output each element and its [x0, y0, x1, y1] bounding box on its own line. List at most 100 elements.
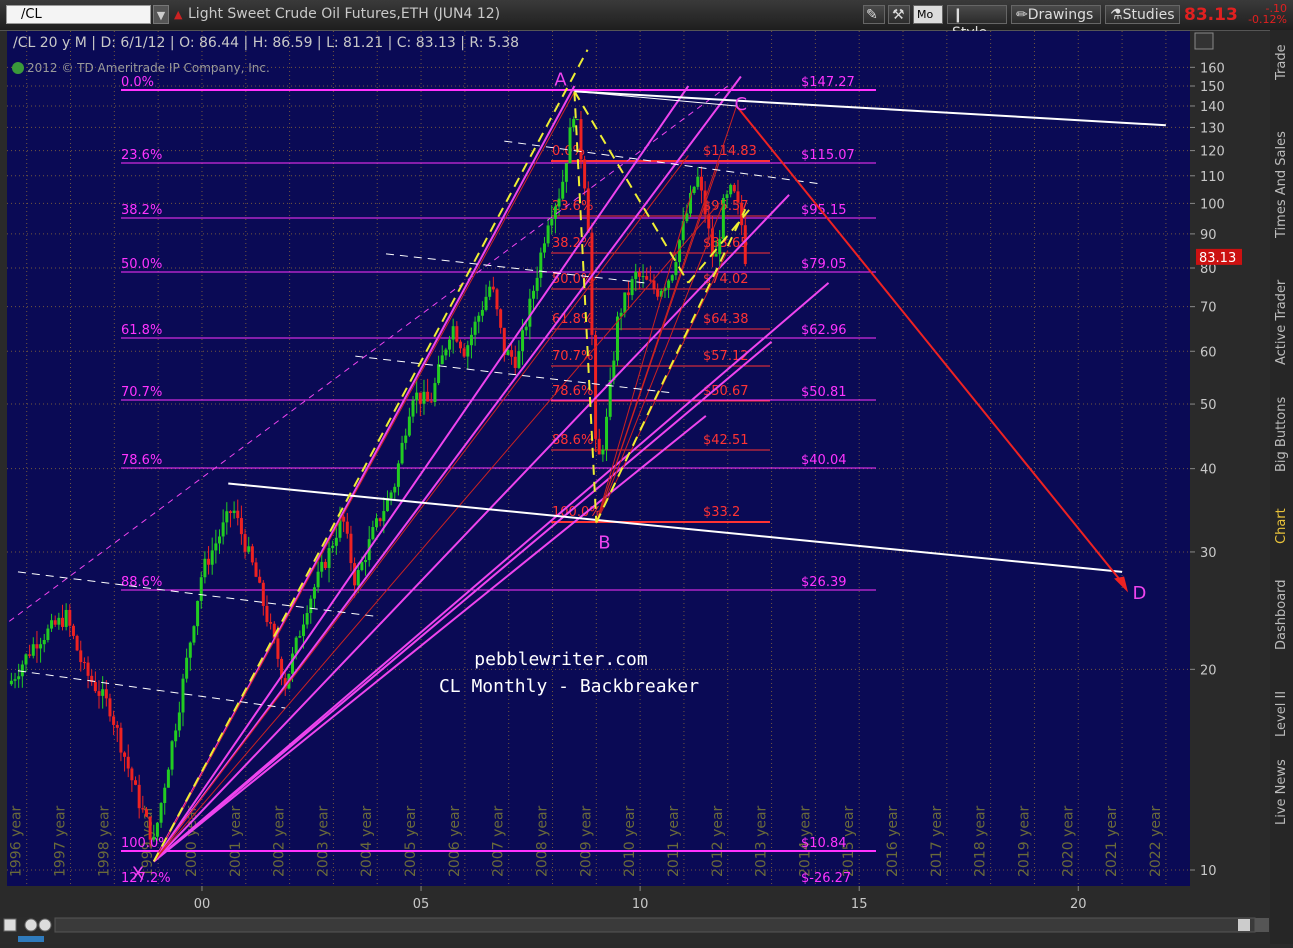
candle-body	[174, 730, 178, 742]
drawings-button[interactable]: ✏Drawings	[1011, 5, 1101, 24]
symbol-input[interactable]: /CL	[6, 5, 151, 24]
candle-body	[656, 288, 660, 297]
sidebar-tab-label: Chart	[1274, 508, 1289, 544]
year-label: 1997 year	[53, 805, 69, 877]
price-tick-label: 130	[1200, 121, 1225, 136]
candle-body	[331, 545, 335, 549]
price-tick-label: 70	[1200, 301, 1217, 316]
fib-minor-price: $50.67	[703, 384, 749, 399]
zoom-out-icon[interactable]	[38, 918, 52, 932]
candle-body	[542, 243, 546, 253]
fib-major-price: $-26.27	[801, 871, 851, 886]
candle-body	[670, 275, 674, 281]
studies-button[interactable]: ⚗Studies	[1105, 5, 1180, 24]
candle-body	[477, 315, 481, 322]
candle-body	[291, 653, 295, 674]
fib-minor-price: $42.51	[703, 433, 749, 448]
symbol-dropdown-button[interactable]: ▼	[153, 5, 169, 24]
price-change: -.10 -0.12%	[1243, 3, 1287, 25]
year-label: 2005 year	[403, 805, 419, 877]
candle-body	[28, 654, 32, 656]
plot-background	[7, 31, 1190, 886]
fib-major-price: $115.07	[801, 148, 855, 163]
fib-major-pct: 0.0%	[121, 75, 154, 90]
candle-body	[68, 609, 72, 626]
year-label: 2012 year	[710, 805, 726, 877]
candle-body	[546, 225, 550, 244]
candle-body	[309, 598, 313, 614]
sidebar-tab-label: Level II	[1274, 690, 1289, 737]
candle-body	[31, 644, 35, 656]
pin-icon[interactable]: ✎	[863, 5, 885, 24]
candle-body	[207, 558, 211, 565]
price-tick-label: 60	[1200, 345, 1217, 360]
bottom-bar	[0, 917, 1270, 944]
scrollbar-thumb[interactable]	[1238, 919, 1250, 931]
chart-area[interactable]: 1996 year 1997 year 1998 year 1999 year 2000…	[3, 31, 1270, 917]
candle-body	[572, 119, 576, 128]
candle-body	[510, 350, 514, 357]
year-label: 2007 year	[491, 805, 507, 877]
candle-body	[692, 186, 696, 193]
style-button[interactable]: ❙ Style	[947, 5, 1007, 41]
zoom-in-icon[interactable]	[24, 918, 38, 932]
fib-major-price: $147.27	[801, 75, 855, 90]
candle-body	[108, 698, 112, 717]
info-icon[interactable]	[12, 62, 24, 74]
candle-body	[243, 534, 247, 552]
drag-handle[interactable]	[18, 936, 44, 942]
candle-body	[743, 225, 747, 264]
time-axis: 00 05 10 15 20	[3, 886, 1270, 917]
candle-body	[586, 188, 590, 233]
candle-body	[484, 296, 488, 310]
candle-body	[115, 724, 119, 728]
sidebar-tab-label: Live News	[1274, 759, 1289, 825]
point-label-c: C	[735, 94, 748, 115]
zoom-reset-button[interactable]	[3, 918, 17, 932]
price-tick-label: 20	[1200, 663, 1217, 678]
candle-body	[561, 181, 565, 199]
price-tick-label: 40	[1200, 463, 1217, 478]
year-label: 2003 year	[315, 805, 331, 877]
last-price-badge-text: 83.13	[1199, 251, 1236, 266]
time-tick-label: 00	[194, 897, 211, 912]
candle-body	[360, 562, 364, 571]
aggregation-button[interactable]: Mo	[913, 5, 943, 24]
candle-body	[630, 279, 634, 296]
candle-body	[60, 617, 64, 627]
candle-body	[254, 562, 258, 577]
fib-major-price: $50.81	[801, 385, 847, 400]
candle-body	[382, 511, 386, 522]
candle-body	[499, 309, 503, 328]
chart-subtitle: CL Monthly - Backbreaker	[439, 676, 699, 697]
price-tick-label: 10	[1200, 864, 1217, 879]
candle-body	[170, 741, 174, 770]
candle-body	[356, 570, 360, 586]
chart-settings-button[interactable]	[1194, 32, 1214, 50]
candle-body	[652, 280, 656, 289]
year-label: 2017 year	[929, 805, 945, 877]
year-label: 2008 year	[534, 805, 550, 877]
horizontal-scrollbar[interactable]	[54, 917, 1256, 933]
candle-body	[316, 571, 320, 588]
favorite-icon[interactable]: ▲	[174, 8, 184, 21]
candle-body	[521, 330, 525, 352]
candle-body	[491, 286, 495, 290]
fib-major-price: $95.15	[801, 203, 847, 218]
pencil-icon: ✏	[1016, 7, 1028, 23]
candle-body	[166, 769, 170, 788]
candle-body	[601, 449, 605, 455]
candle-body	[568, 127, 572, 164]
candle-body	[196, 600, 200, 627]
candle-body	[137, 784, 141, 809]
scroll-right-button[interactable]	[1255, 918, 1269, 932]
style-icon: ❙	[952, 7, 964, 23]
candle-body	[466, 345, 470, 357]
price-tick-label: 90	[1200, 228, 1217, 243]
wrench-icon[interactable]: ⚒	[888, 5, 910, 24]
fib-major-price: $79.05	[801, 257, 847, 272]
year-label: 2021 year	[1104, 805, 1120, 877]
price-chart[interactable]: 1996 year 1997 year 1998 year 1999 year 2000…	[3, 31, 1270, 917]
instrument-description: Light Sweet Crude Oil Futures,ETH (JUN4 …	[188, 6, 501, 22]
candle-body	[298, 636, 302, 638]
